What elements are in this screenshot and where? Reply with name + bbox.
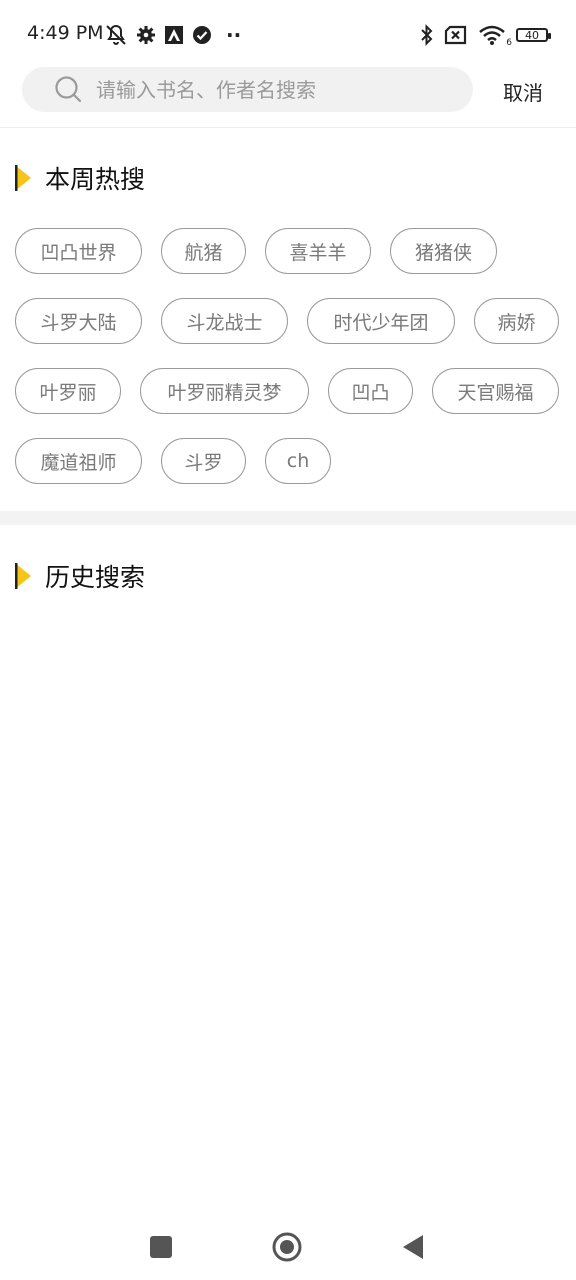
hot-tag[interactable]: 凹凸 [328, 368, 413, 414]
hot-tag[interactable]: 时代少年团 [307, 298, 455, 344]
status-right-icons: 6 40 [420, 22, 551, 48]
cancel-button[interactable]: 取消 [503, 77, 543, 106]
battery-icon: 40 [516, 28, 551, 42]
title-marker-icon [15, 563, 31, 589]
hot-tag[interactable]: 凹凸世界 [15, 228, 142, 274]
no-sim-icon [444, 25, 468, 45]
hot-tag[interactable]: 病娇 [474, 298, 559, 344]
recents-square-icon[interactable] [144, 1230, 178, 1264]
search-icon [55, 76, 82, 103]
back-triangle-icon[interactable] [396, 1230, 430, 1264]
wifi-icon: 6 [478, 24, 512, 48]
title-marker-icon [15, 165, 31, 191]
hot-tag[interactable]: 叶罗丽 [15, 368, 121, 414]
hot-tag[interactable]: 斗罗 [161, 438, 246, 484]
more-dots-icon: ·· [226, 23, 242, 47]
settings-gear-icon [136, 25, 156, 45]
wifi-sub-label: 6 [506, 38, 512, 48]
navigation-bar [0, 1210, 576, 1280]
hot-tag[interactable]: 航猪 [161, 228, 246, 274]
hot-tag[interactable]: 喜羊羊 [265, 228, 371, 274]
hot-tag[interactable]: 猪猪侠 [390, 228, 497, 274]
status-time: 4:49 PM [27, 22, 104, 44]
app-icon [164, 25, 184, 45]
hot-tag[interactable]: 斗龙战士 [161, 298, 288, 344]
bell-muted-icon [104, 23, 128, 47]
hot-tag[interactable]: 魔道祖师 [15, 438, 142, 484]
check-circle-icon [192, 25, 212, 45]
hot-search-title: 本周热搜 [15, 163, 146, 194]
battery-level: 40 [525, 28, 539, 42]
history-search-title-text: 历史搜索 [45, 563, 146, 592]
hot-tag[interactable]: 叶罗丽精灵梦 [140, 368, 309, 414]
status-bar: 4:49 PM ·· 6 40 [0, 0, 576, 64]
hot-tag[interactable]: 天官赐福 [432, 368, 559, 414]
header-divider [0, 127, 576, 128]
status-left-icons: ·· [104, 22, 241, 48]
history-search-title: 历史搜索 [15, 561, 146, 592]
home-circle-icon[interactable] [270, 1230, 304, 1264]
section-divider [0, 511, 576, 525]
search-input[interactable] [96, 67, 456, 112]
search-bar[interactable] [22, 67, 473, 112]
hot-tag[interactable]: 斗罗大陆 [15, 298, 142, 344]
hot-search-title-text: 本周热搜 [45, 165, 146, 194]
hot-tag[interactable]: ch [265, 438, 331, 484]
bluetooth-icon [420, 24, 434, 46]
